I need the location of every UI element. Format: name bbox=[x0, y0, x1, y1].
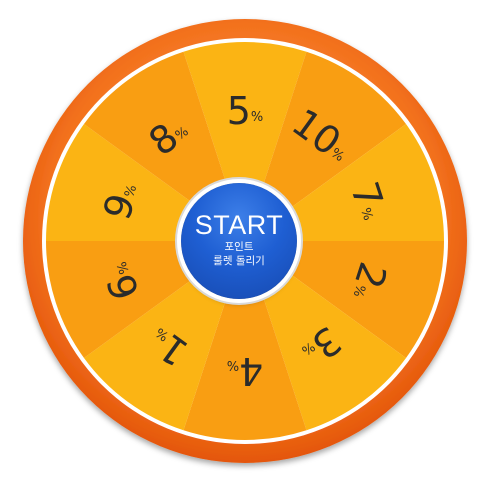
start-button-subtitle-line2: 룰렛 돌리기 bbox=[213, 255, 265, 267]
roulette-wheel: 5% 10% 7% 2% 3% 4% 1% 6% 9% 8% START 포인트 룰렛 돌리기 bbox=[0, 0, 481, 481]
start-button[interactable]: START 포인트 룰렛 돌리기 bbox=[181, 183, 297, 299]
start-button-subtitle-line1: 포인트 bbox=[224, 241, 254, 253]
start-button-title: START bbox=[194, 210, 284, 240]
